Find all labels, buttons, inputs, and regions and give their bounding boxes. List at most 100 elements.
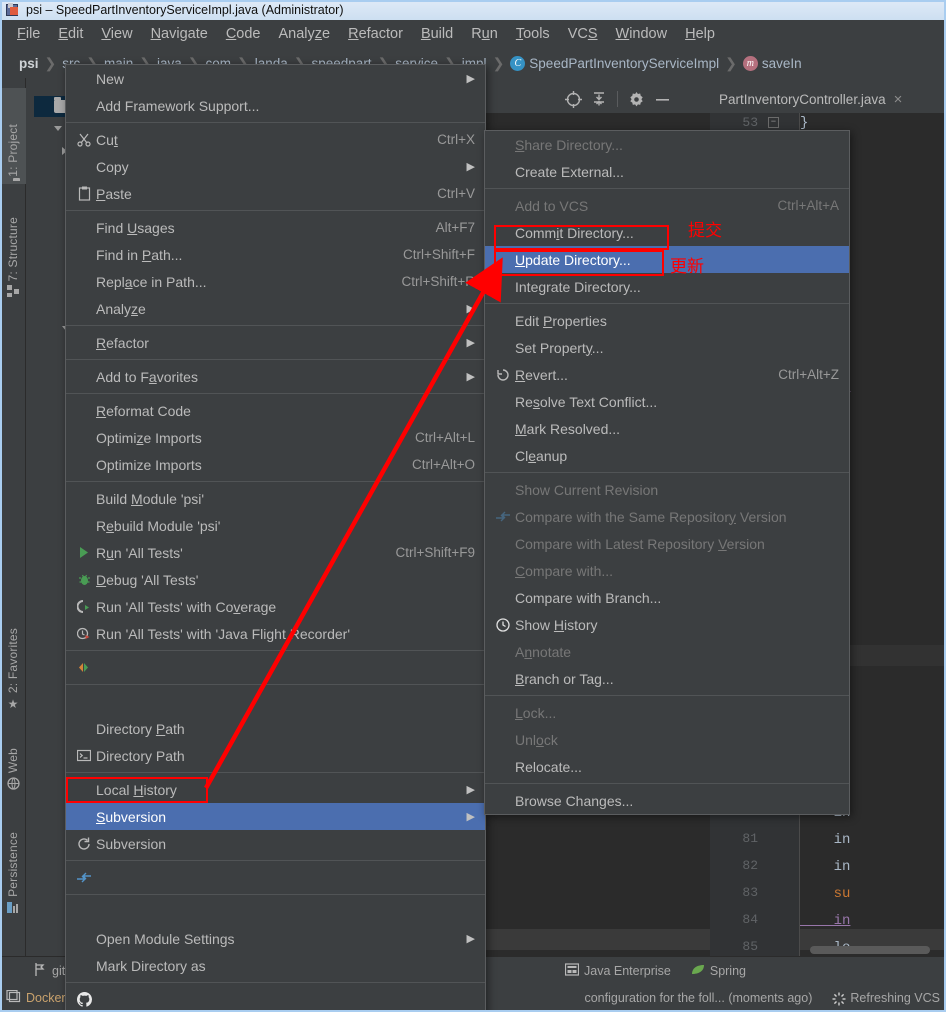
submenu-item-cleanup[interactable]: Cleanup <box>485 442 849 469</box>
menu-item-open-in-terminal[interactable]: Directory Path <box>66 742 485 769</box>
empty-icon <box>491 792 515 810</box>
collapse-all-icon[interactable] <box>586 88 612 110</box>
menu-tools[interactable]: Tools <box>507 24 559 44</box>
submenu-item-commit-directory[interactable]: Commit Directory... <box>485 219 849 246</box>
sidebar-item-structure-label: 7: Structure <box>6 216 20 281</box>
close-icon[interactable]: × <box>894 91 903 108</box>
menu-item-label: Optimize Imports <box>96 429 202 446</box>
chevron-down-icon[interactable] <box>54 126 62 131</box>
menu-item-directory-path[interactable]: Directory Path <box>66 715 485 742</box>
menu-item-remove-bom[interactable]: Mark Directory as <box>66 952 485 979</box>
submenu-item-browse-changes[interactable]: Browse Changes... <box>485 787 849 814</box>
menu-item-find-in-path[interactable]: Find in Path... Ctrl+Shift+F <box>66 241 485 268</box>
menu-navigate[interactable]: Navigate <box>142 24 217 44</box>
menu-item-run-with-coverage[interactable]: Run 'All Tests' with Coverage <box>66 593 485 620</box>
chevron-right-icon: ▶ <box>466 784 475 796</box>
menu-item-rebuild-module[interactable]: Rebuild Module 'psi' <box>66 512 485 539</box>
settings-gear-icon[interactable] <box>623 88 649 110</box>
bottom-item-git[interactable]: git <box>0 962 75 979</box>
menu-item-refactor[interactable]: Refactor ▶ <box>66 329 485 356</box>
menu-item-build-module[interactable]: Build Module 'psi' <box>66 485 485 512</box>
menu-item-label: Resolve Text Conflict... <box>515 393 658 410</box>
sidebar-item-favorites[interactable]: 2: Favorites ★ <box>0 606 26 714</box>
tab-part-inventory-controller[interactable]: PartInventoryController.java × <box>715 88 906 111</box>
empty-icon <box>491 393 515 411</box>
menu-item-run-all-tests[interactable]: Run 'All Tests' Ctrl+Shift+F9 <box>66 539 485 566</box>
menu-item-remove-module[interactable]: Optimize Imports Ctrl+Alt+O <box>66 451 485 478</box>
fold-marker[interactable]: − <box>768 117 779 128</box>
submenu-item-create-external[interactable]: Create External... <box>485 158 849 185</box>
submenu-item-set-property[interactable]: Set Property... <box>485 334 849 361</box>
editor-tab-strip[interactable]: PartInventoryController.java × <box>715 85 946 113</box>
menu-item-new[interactable]: New ▶ <box>66 65 485 92</box>
submenu-item-integrate-directory[interactable]: Integrate Directory... <box>485 273 849 300</box>
breadcrumb-item-method[interactable]: m saveIn <box>738 55 807 71</box>
menu-item-create-all-tests[interactable] <box>66 654 485 681</box>
subversion-submenu[interactable]: Share Directory... Create External... Ad… <box>484 130 850 815</box>
menu-separator <box>485 695 849 696</box>
empty-icon <box>491 481 515 499</box>
menu-item-debug-all-tests[interactable]: Debug 'All Tests' <box>66 566 485 593</box>
project-directory-context-menu[interactable]: New ▶ Add Framework Support... Cut Ctrl+… <box>65 64 486 1012</box>
breadcrumb-item-class[interactable]: C SpeedPartInventoryServiceImpl <box>505 55 724 71</box>
menu-build[interactable]: Build <box>412 24 462 44</box>
menu-item-cut[interactable]: Cut Ctrl+X <box>66 126 485 153</box>
menu-item-mark-directory-as[interactable]: Open Module Settings ▶ <box>66 925 485 952</box>
menu-help[interactable]: Help <box>676 24 724 44</box>
locate-icon[interactable] <box>560 88 586 110</box>
hide-icon[interactable] <box>649 88 675 110</box>
spring-leaf-icon <box>691 963 705 979</box>
menu-item-create-gist[interactable] <box>66 986 485 1012</box>
submenu-item-resolve-text-conflict[interactable]: Resolve Text Conflict... <box>485 388 849 415</box>
submenu-item-update-directory[interactable]: Update Directory... <box>485 246 849 273</box>
menu-file[interactable]: File <box>8 24 49 44</box>
menu-item-subversion[interactable]: Subversion ▶ <box>66 803 485 830</box>
sidebar-item-project[interactable]: 1: Project <box>0 88 26 184</box>
menu-item-run-with-jfr[interactable]: Run 'All Tests' with 'Java Flight Record… <box>66 620 485 647</box>
submenu-item-compare-with-branch[interactable]: Compare with Branch... <box>485 584 849 611</box>
menu-item-replace-in-path[interactable]: Replace in Path... Ctrl+Shift+R <box>66 268 485 295</box>
menu-edit[interactable]: Edit <box>49 24 92 44</box>
menu-item-optimize-imports[interactable]: Optimize Imports Ctrl+Alt+L <box>66 424 485 451</box>
submenu-item-edit-properties[interactable]: Edit Properties <box>485 307 849 334</box>
menu-view[interactable]: View <box>92 24 141 44</box>
menu-item-add-framework-support[interactable]: Add Framework Support... <box>66 92 485 119</box>
sidebar-item-web[interactable]: Web <box>0 724 26 796</box>
menu-separator <box>485 188 849 189</box>
editor-horizontal-scrollbar[interactable] <box>810 946 930 954</box>
menu-vcs[interactable]: VCS <box>559 24 607 44</box>
submenu-item-branch-or-tag[interactable]: Branch or Tag... <box>485 665 849 692</box>
history-icon <box>491 616 515 634</box>
menu-analyze[interactable]: Analyze <box>270 24 340 44</box>
submenu-item-mark-resolved[interactable]: Mark Resolved... <box>485 415 849 442</box>
menu-code[interactable]: Code <box>217 24 270 44</box>
submenu-item-show-history[interactable]: Show History <box>485 611 849 638</box>
menu-item-compare-with[interactable] <box>66 864 485 891</box>
left-tool-window-bar[interactable]: 1: Project 7: Structure 2: Favorites ★ W… <box>0 78 26 1012</box>
menu-item-local-history[interactable]: Local History ▶ <box>66 776 485 803</box>
status-progress[interactable]: Refreshing VCS <box>822 991 946 1005</box>
menu-bar[interactable]: File Edit View Navigate Code Analyze Ref… <box>0 20 946 48</box>
menu-refactor[interactable]: Refactor <box>339 24 412 44</box>
empty-icon <box>491 312 515 330</box>
menu-item-reload-from-disk[interactable]: Subversion <box>66 830 485 857</box>
bottom-item-java-enterprise[interactable]: Java Enterprise <box>555 962 681 979</box>
menu-item-open-module-settings[interactable] <box>66 898 485 925</box>
bottom-item-spring[interactable]: Spring <box>681 963 946 979</box>
menu-item-show-in-explorer[interactable] <box>66 688 485 715</box>
menu-item-label: Reformat Code <box>96 402 191 419</box>
breadcrumb-item-psi[interactable]: psi <box>14 56 44 71</box>
submenu-item-revert[interactable]: Revert... Ctrl+Alt+Z <box>485 361 849 388</box>
menu-item-add-to-favorites[interactable]: Add to Favorites ▶ <box>66 363 485 390</box>
submenu-item-relocate[interactable]: Relocate... <box>485 753 849 780</box>
sidebar-item-persistence[interactable]: Persistence <box>0 808 26 920</box>
menu-item-paste[interactable]: Paste Ctrl+V <box>66 180 485 207</box>
menu-run[interactable]: Run <box>462 24 507 44</box>
menu-item-analyze[interactable]: Analyze ▶ <box>66 295 485 322</box>
menu-item-find-usages[interactable]: Find Usages Alt+F7 <box>66 214 485 241</box>
menu-item-label: Replace in Path... <box>96 273 207 290</box>
sidebar-item-structure[interactable]: 7: Structure <box>0 194 26 304</box>
menu-window[interactable]: Window <box>607 24 677 44</box>
menu-item-reformat-code[interactable]: Reformat Code <box>66 397 485 424</box>
menu-item-copy[interactable]: Copy ▶ <box>66 153 485 180</box>
